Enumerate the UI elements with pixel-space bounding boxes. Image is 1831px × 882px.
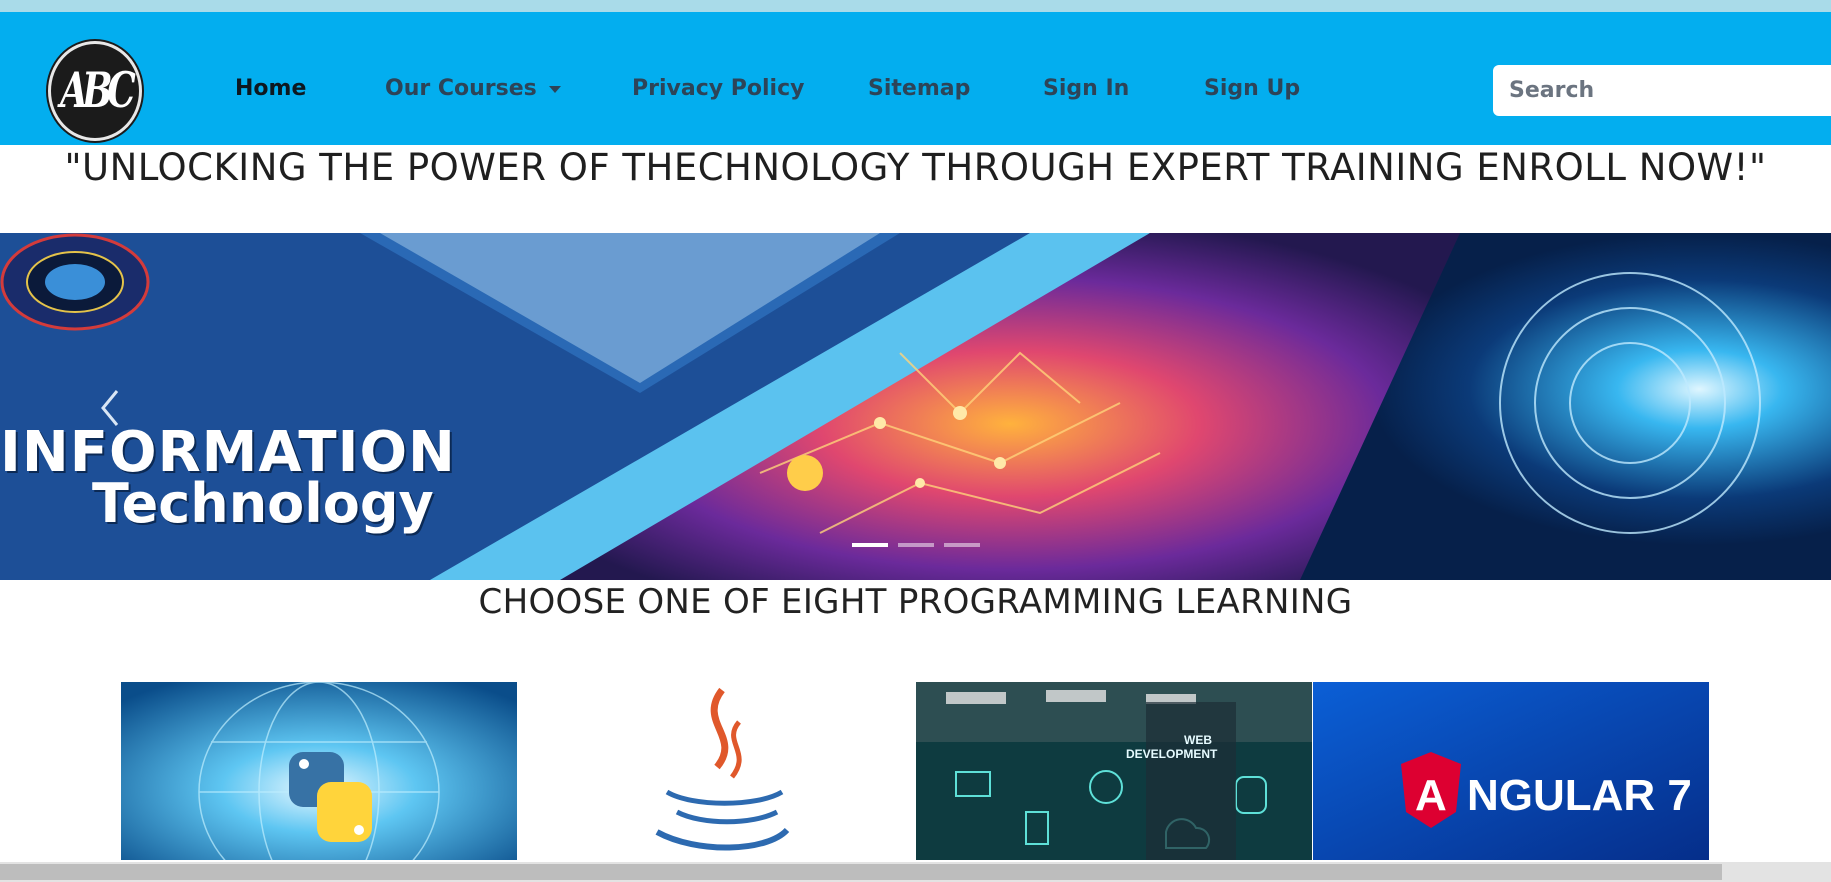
course-card-angular[interactable]: A NGULAR 7	[1313, 682, 1709, 860]
carousel-indicator-3[interactable]	[944, 543, 980, 547]
nav-sign-in[interactable]: Sign In	[1043, 76, 1129, 101]
carousel-indicator-2[interactable]	[898, 543, 934, 547]
nav-sitemap[interactable]: Sitemap	[868, 76, 970, 101]
tagline: "UNLOCKING THE POWER OF THECHNOLOGY THRO…	[64, 146, 1767, 189]
browser-top-strip	[0, 0, 1831, 12]
logo-text: ABC	[60, 62, 136, 120]
carousel-prev-button[interactable]	[90, 378, 130, 438]
carousel-indicator-1[interactable]	[852, 543, 888, 547]
chevron-left-icon	[101, 390, 119, 426]
nav-our-courses[interactable]: Our Courses	[385, 76, 561, 101]
caret-down-icon	[548, 85, 561, 93]
section-title: CHOOSE ONE OF EIGHT PROGRAMMING LEARNING	[478, 582, 1353, 622]
web-caption-line1: WEB	[1184, 733, 1212, 747]
angular-badge-letter: A	[1415, 771, 1447, 820]
horizontal-scrollbar-thumb[interactable]	[0, 864, 1722, 880]
java-logo-icon	[655, 687, 790, 851]
carousel-indicators	[852, 543, 980, 547]
angular-logo-icon: A NGULAR 7	[1313, 682, 1709, 860]
nav-sign-up[interactable]: Sign Up	[1204, 76, 1300, 101]
python-logo-icon	[121, 682, 517, 860]
abc-logo[interactable]: ABC	[48, 41, 142, 141]
slide-title-line2: Technology	[92, 472, 434, 535]
web-caption-line2: DEVELOPMENT	[1126, 747, 1218, 761]
angular-caption: NGULAR 7	[1467, 771, 1692, 820]
nav-our-courses-label: Our Courses	[385, 76, 537, 101]
search-input[interactable]	[1493, 65, 1831, 116]
department-seal	[0, 233, 150, 331]
navbar: ABC Home Our Courses Privacy Policy Site…	[0, 12, 1831, 145]
course-card-java[interactable]	[517, 682, 913, 860]
course-card-web-development[interactable]: WEB DEVELOPMENT	[916, 682, 1312, 860]
nav-home[interactable]: Home	[235, 76, 306, 101]
web-development-icon: WEB DEVELOPMENT	[916, 682, 1312, 860]
nav-privacy-policy[interactable]: Privacy Policy	[632, 76, 804, 101]
course-card-python[interactable]	[121, 682, 517, 860]
